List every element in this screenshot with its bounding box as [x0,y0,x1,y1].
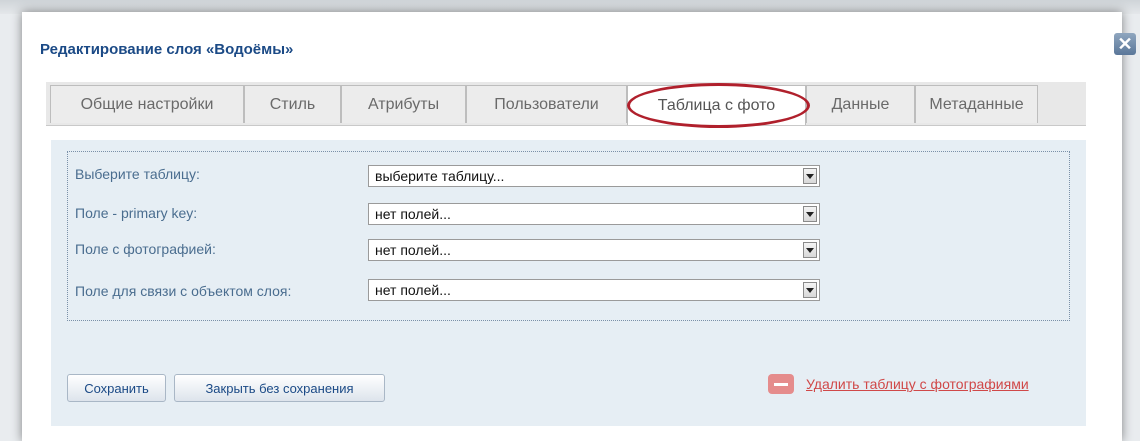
tab-bar: Общие настройки Стиль Атрибуты Пользоват… [46,82,1086,126]
save-button[interactable]: Сохранить [67,374,166,402]
delete-photo-table-link[interactable]: Удалить таблицу с фотографиями [806,376,1029,392]
link-field-label: Поле для связи с объектом слоя: [75,283,292,299]
photo-field-value: нет полей... [375,242,451,258]
close-icon[interactable]: ✕ [1114,33,1136,55]
select-table-label: Выберите таблицу: [75,166,200,182]
tab-users[interactable]: Пользователи [466,85,627,123]
primary-key-dropdown[interactable]: нет полей... [368,203,820,225]
dialog-title: Редактирование слоя «Водоёмы» [40,41,294,58]
primary-key-label: Поле - primary key: [75,205,198,221]
chevron-down-icon[interactable] [803,282,817,298]
tab-photo-table[interactable]: Таблица с фото [627,85,806,125]
photo-field-dropdown[interactable]: нет полей... [368,239,820,261]
tab-general-settings[interactable]: Общие настройки [50,85,244,123]
tab-metadata[interactable]: Метаданные [915,85,1038,123]
tab-attributes[interactable]: Атрибуты [341,85,466,123]
chevron-down-icon[interactable] [803,242,817,258]
chevron-down-icon[interactable] [803,206,817,222]
primary-key-value: нет полей... [375,206,451,222]
select-table-dropdown[interactable]: выберите таблицу... [368,165,820,187]
close-without-save-button[interactable]: Закрыть без сохранения [174,374,385,402]
link-field-value: нет полей... [375,282,451,298]
tab-style[interactable]: Стиль [244,85,341,123]
link-field-dropdown[interactable]: нет полей... [368,279,820,301]
minus-icon[interactable] [768,374,794,394]
select-table-value: выберите таблицу... [375,168,505,184]
photo-field-label: Поле с фотографией: [75,241,216,257]
tab-data[interactable]: Данные [806,85,915,123]
chevron-down-icon[interactable] [803,168,817,184]
